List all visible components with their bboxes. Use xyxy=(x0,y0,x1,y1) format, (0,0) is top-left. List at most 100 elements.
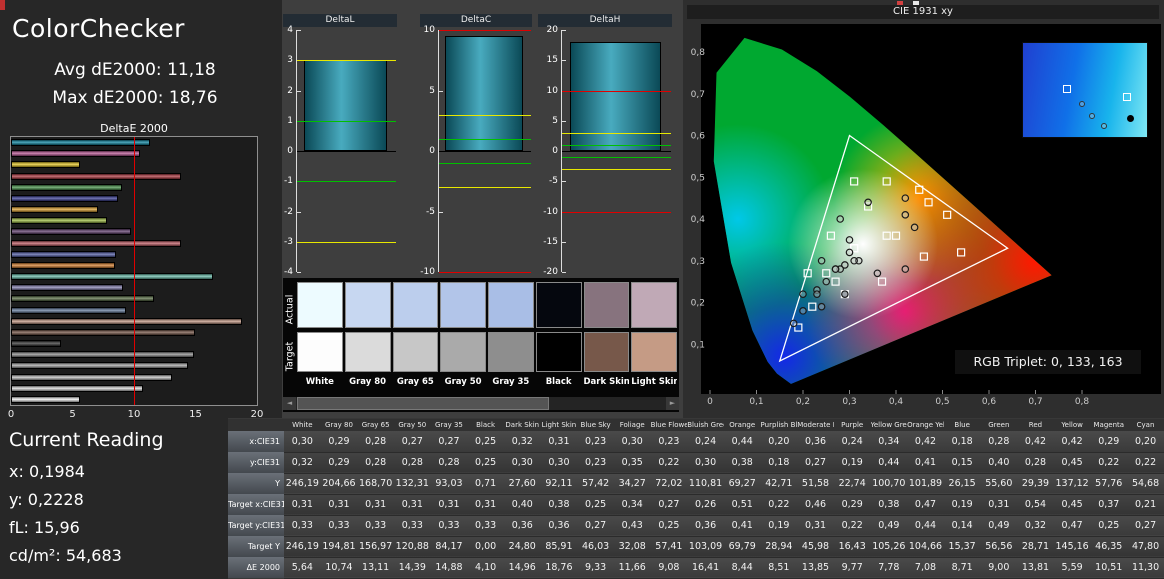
table-cell: 92,11 xyxy=(540,473,578,495)
threshold-line-green xyxy=(562,157,671,159)
de-bar-yellow-green xyxy=(11,217,107,225)
swatch-label: Gray 80 xyxy=(349,377,387,387)
scrollbar-left-arrow-icon[interactable]: ◄ xyxy=(283,397,296,410)
table-cell: 46,03 xyxy=(577,536,614,558)
table-cell: 69,79 xyxy=(723,536,761,558)
y-tick-mark xyxy=(562,272,566,273)
table-cell: 0,28 xyxy=(393,452,431,474)
inset-measured-circle xyxy=(1079,101,1085,107)
table-cell: 0,30 xyxy=(613,431,651,453)
swatch-grid: White Gray 80 Gray 65 Gray 50 Gray 35 Black Da… xyxy=(297,282,677,389)
de-bar-orange xyxy=(11,261,115,269)
deltaH-bar xyxy=(569,42,662,151)
row-label: Target Y xyxy=(228,536,284,557)
table-cell: 0,31 xyxy=(320,494,358,516)
x-tick-label: 0 xyxy=(7,409,15,420)
de-bar-orange-yellow xyxy=(11,206,99,213)
max-de2000-stat: Max dE2000: 18,76 xyxy=(52,88,218,108)
table-cell: 0,19 xyxy=(760,515,798,537)
table-cell: 0,31 xyxy=(980,494,1018,516)
table-cell: 0,31 xyxy=(430,494,468,516)
de-bar-blue-sky xyxy=(11,306,126,314)
column-header: Orange Yellow xyxy=(907,419,944,431)
deltaH-chart-title: DeltaH xyxy=(538,14,672,27)
cie-x-tick: 0,4 xyxy=(889,397,904,407)
page-title: ColorChecker xyxy=(12,14,185,43)
de-bar-foliage xyxy=(11,295,155,303)
table-cell: 0,31 xyxy=(284,494,321,516)
colorchecker-data-table: White Gray 80 Gray 65 Gray 50 Gray 35 Black Da… xyxy=(228,419,1164,579)
table-cell: 0,22 xyxy=(650,452,688,474)
table-cell: 0,37 xyxy=(1090,494,1128,516)
table-cell: 14,96 xyxy=(503,557,541,579)
table-cell: 15,37 xyxy=(943,536,981,558)
actual-row-label: Actual xyxy=(284,294,296,325)
column-header: Green xyxy=(980,419,1018,431)
column-header: Yellow Green xyxy=(870,419,908,431)
table-cell: 0,29 xyxy=(320,452,358,474)
table-cell: 0,27 xyxy=(393,431,431,453)
threshold-line-red xyxy=(562,90,671,92)
cie-x-tick: 0,1 xyxy=(749,397,763,407)
table-cell: 0,20 xyxy=(760,431,798,453)
cie-y-tick: 0,8 xyxy=(691,48,706,58)
table-cell: 0,19 xyxy=(833,452,871,474)
scrollbar-thumb[interactable] xyxy=(297,397,549,410)
table-cell: 7,08 xyxy=(907,557,944,579)
table-cell: 0,34 xyxy=(613,494,651,516)
table-cell: 0,28 xyxy=(430,452,468,474)
table-cell: 110,81 xyxy=(687,473,724,495)
swatch-target-white xyxy=(297,332,343,372)
y-tick-mark xyxy=(297,211,301,213)
y-tick-label: 20 xyxy=(546,25,558,35)
threshold-line-yellow xyxy=(48,137,49,405)
table-cell: 0,27 xyxy=(430,431,468,453)
table-cell: 0,25 xyxy=(650,515,688,537)
table-cell: 0,30 xyxy=(503,452,541,474)
table-cell: 29,39 xyxy=(1017,473,1054,495)
table-cell: 28,71 xyxy=(1017,536,1054,558)
table-cell: 0,00 xyxy=(467,536,504,558)
swatch-target-gray-35 xyxy=(488,332,534,372)
y-tick-label: -4 xyxy=(284,267,293,277)
table-cell: 0,27 xyxy=(797,452,834,474)
cie-y-tick: 0,6 xyxy=(691,132,706,142)
table-cell: 0,25 xyxy=(467,431,504,453)
deltaC-bar xyxy=(445,36,523,151)
table-cell: 0,18 xyxy=(760,452,798,474)
scrollbar-right-arrow-icon[interactable]: ► xyxy=(666,397,679,410)
deltaC-chart-title: DeltaC xyxy=(420,14,532,27)
table-cell: 156,97 xyxy=(357,536,394,558)
table-cell: 0,42 xyxy=(907,431,944,453)
column-header: Black xyxy=(467,419,504,431)
table-cell: 0,45 xyxy=(1053,452,1091,474)
corner-marker xyxy=(0,0,5,10)
measured-point xyxy=(822,277,831,286)
measured-point xyxy=(799,290,807,298)
table-row: Target Y 246,19 194,81 156,97 120,88 84,17 0,0… xyxy=(228,536,1164,558)
table-cell: 9,00 xyxy=(980,557,1018,579)
row-label: Target x:CIE31 xyxy=(228,494,284,515)
table-cell: 0,28 xyxy=(1017,452,1054,474)
threshold-line-green xyxy=(439,138,531,140)
table-cell: 85,91 xyxy=(540,536,578,558)
current-reading-title: Current Reading xyxy=(9,429,164,451)
table-cell: 0,33 xyxy=(467,515,504,537)
measured-point xyxy=(901,194,910,202)
measured-point xyxy=(799,307,807,315)
table-cell: 11,66 xyxy=(613,557,651,579)
y-tick-label: 10 xyxy=(546,85,558,96)
table-cell: 0,54 xyxy=(1017,494,1054,516)
table-cell: 0,31 xyxy=(357,494,394,516)
cie-y-tick: 0,1 xyxy=(691,340,705,350)
table-cell: 0,47 xyxy=(907,494,944,516)
measured-point xyxy=(817,302,826,311)
column-header: Gray 80 xyxy=(320,419,358,431)
measured-point xyxy=(789,319,798,328)
table-cell: 0,36 xyxy=(503,515,541,537)
table-cell: 46,35 xyxy=(1090,536,1128,558)
table-cell: 26,15 xyxy=(943,473,981,495)
swatch-scrollbar[interactable]: ◄ ► xyxy=(283,397,679,410)
swatch-comparison-panel: Actual Target White Gray 80 Gray 65 Gray 50… xyxy=(283,278,679,412)
table-cell: 34,27 xyxy=(613,473,651,495)
